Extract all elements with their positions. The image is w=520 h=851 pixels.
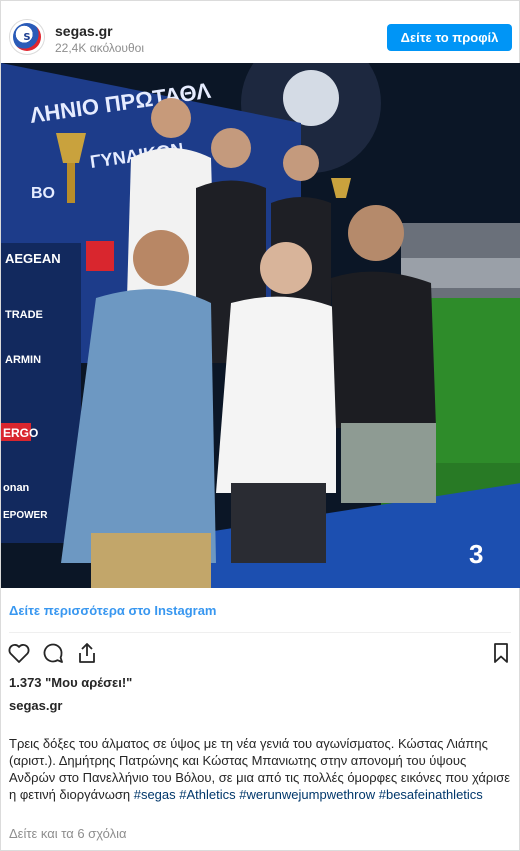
- athletes-podium-photo: ΛΗΝΙΟ ΠΡΩΤΑΘΛ ΓΥΝΑΙΚΩΝ ΒΟ AEGEAN TRADE A…: [1, 63, 520, 588]
- view-comments-link[interactable]: Δείτε και τα 6 σχόλια: [9, 826, 127, 841]
- divider: [9, 632, 511, 633]
- likes-count[interactable]: 1.373 "Μου αρέσει!": [9, 675, 132, 690]
- hashtag-segas[interactable]: #segas: [134, 787, 176, 802]
- post-photo[interactable]: ΛΗΝΙΟ ΠΡΩΤΑΘΛ ΓΥΝΑΙΚΩΝ ΒΟ AEGEAN TRADE A…: [1, 63, 520, 588]
- sponsor-3: ARMIN: [5, 354, 41, 366]
- podium-number: 3: [469, 539, 483, 569]
- sponsor-1: AEGEAN: [5, 251, 61, 266]
- heart-icon[interactable]: [5, 639, 33, 667]
- username[interactable]: segas.gr: [55, 23, 113, 39]
- hashtag-besafeinathletics[interactable]: #besafeinathletics: [379, 787, 483, 802]
- hashtag-athletics[interactable]: #Athletics: [179, 787, 235, 802]
- bookmark-icon[interactable]: [487, 639, 515, 667]
- action-bar: [1, 639, 520, 669]
- sponsor-2: TRADE: [5, 309, 43, 321]
- post-caption: Τρεις δόξες του άλματος σε ύψος με τη νέ…: [9, 735, 511, 803]
- post-header: S segas.gr 22,4K ακόλουθοι Δείτε το προφ…: [1, 1, 520, 63]
- followers-count: 22,4K ακόλουθοι: [55, 41, 144, 55]
- post-owner[interactable]: segas.gr: [9, 698, 62, 713]
- view-more-on-instagram-link[interactable]: Δείτε περισσότερα στο Instagram: [9, 603, 217, 618]
- banner-vol: ΒΟ: [31, 185, 55, 202]
- avatar[interactable]: S: [9, 19, 45, 55]
- hashtag-werunwejumpwethrow[interactable]: #werunwejumpwethrow: [239, 787, 375, 802]
- sponsor-4: ERGO: [3, 426, 38, 440]
- view-profile-button[interactable]: Δείτε το προφίλ: [387, 24, 512, 51]
- segas-logo-icon: S: [13, 23, 41, 51]
- sponsor-5: onan: [3, 482, 30, 494]
- comment-icon[interactable]: [39, 639, 67, 667]
- sponsor-6: EPOWER: [3, 510, 48, 521]
- instagram-embed-card: S segas.gr 22,4K ακόλουθοι Δείτε το προφ…: [0, 0, 520, 851]
- share-icon[interactable]: [73, 639, 101, 667]
